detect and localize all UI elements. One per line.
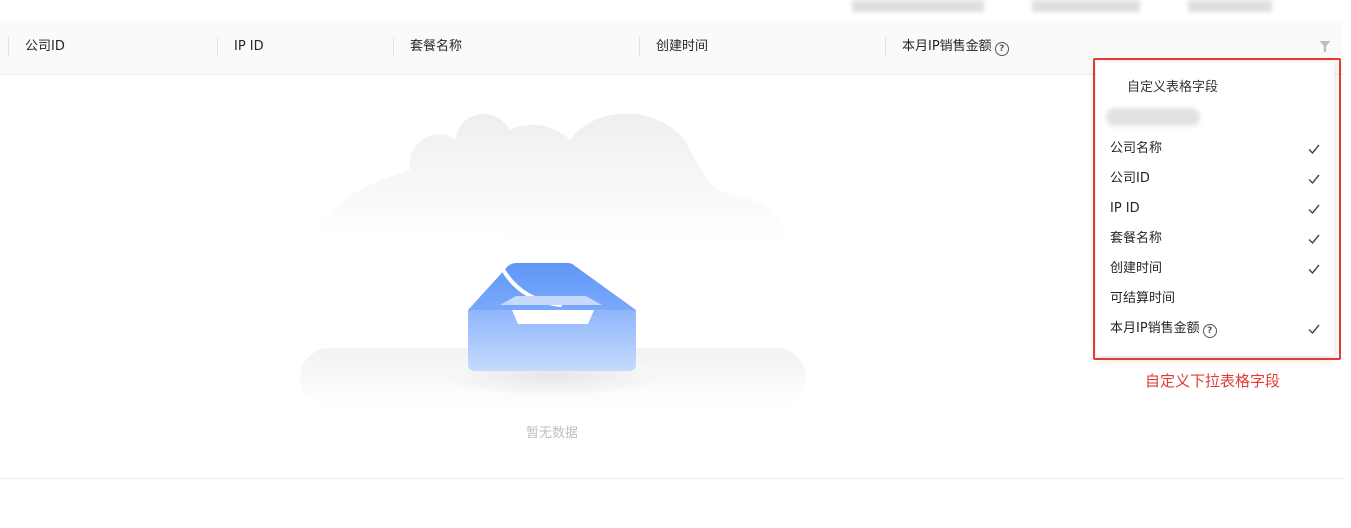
column-divider (885, 37, 886, 57)
blurred-text (1188, 0, 1272, 12)
column-header-created-time[interactable]: 创建时间 (656, 20, 708, 74)
column-divider (8, 37, 9, 57)
column-divider (639, 37, 640, 57)
filter-icon[interactable] (1319, 40, 1331, 53)
empty-illustration (290, 100, 820, 420)
annotation-box (1093, 58, 1341, 360)
blurred-text (1032, 0, 1140, 12)
column-divider (217, 37, 218, 57)
column-header-ip-id[interactable]: IP ID (234, 20, 264, 74)
column-header-company-id[interactable]: 公司ID (25, 20, 65, 74)
annotation-label: 自定义下拉表格字段 (1145, 372, 1281, 390)
column-divider (393, 37, 394, 57)
blurred-text (852, 0, 984, 12)
empty-text: 暂无数据 (525, 426, 578, 441)
table-bottom-border (0, 478, 1343, 479)
question-circle-icon[interactable]: ? (994, 42, 1009, 56)
column-header-monthly-sales[interactable]: 本月IP销售金额? (902, 20, 1009, 74)
column-header-package-name[interactable]: 套餐名称 (410, 20, 462, 74)
